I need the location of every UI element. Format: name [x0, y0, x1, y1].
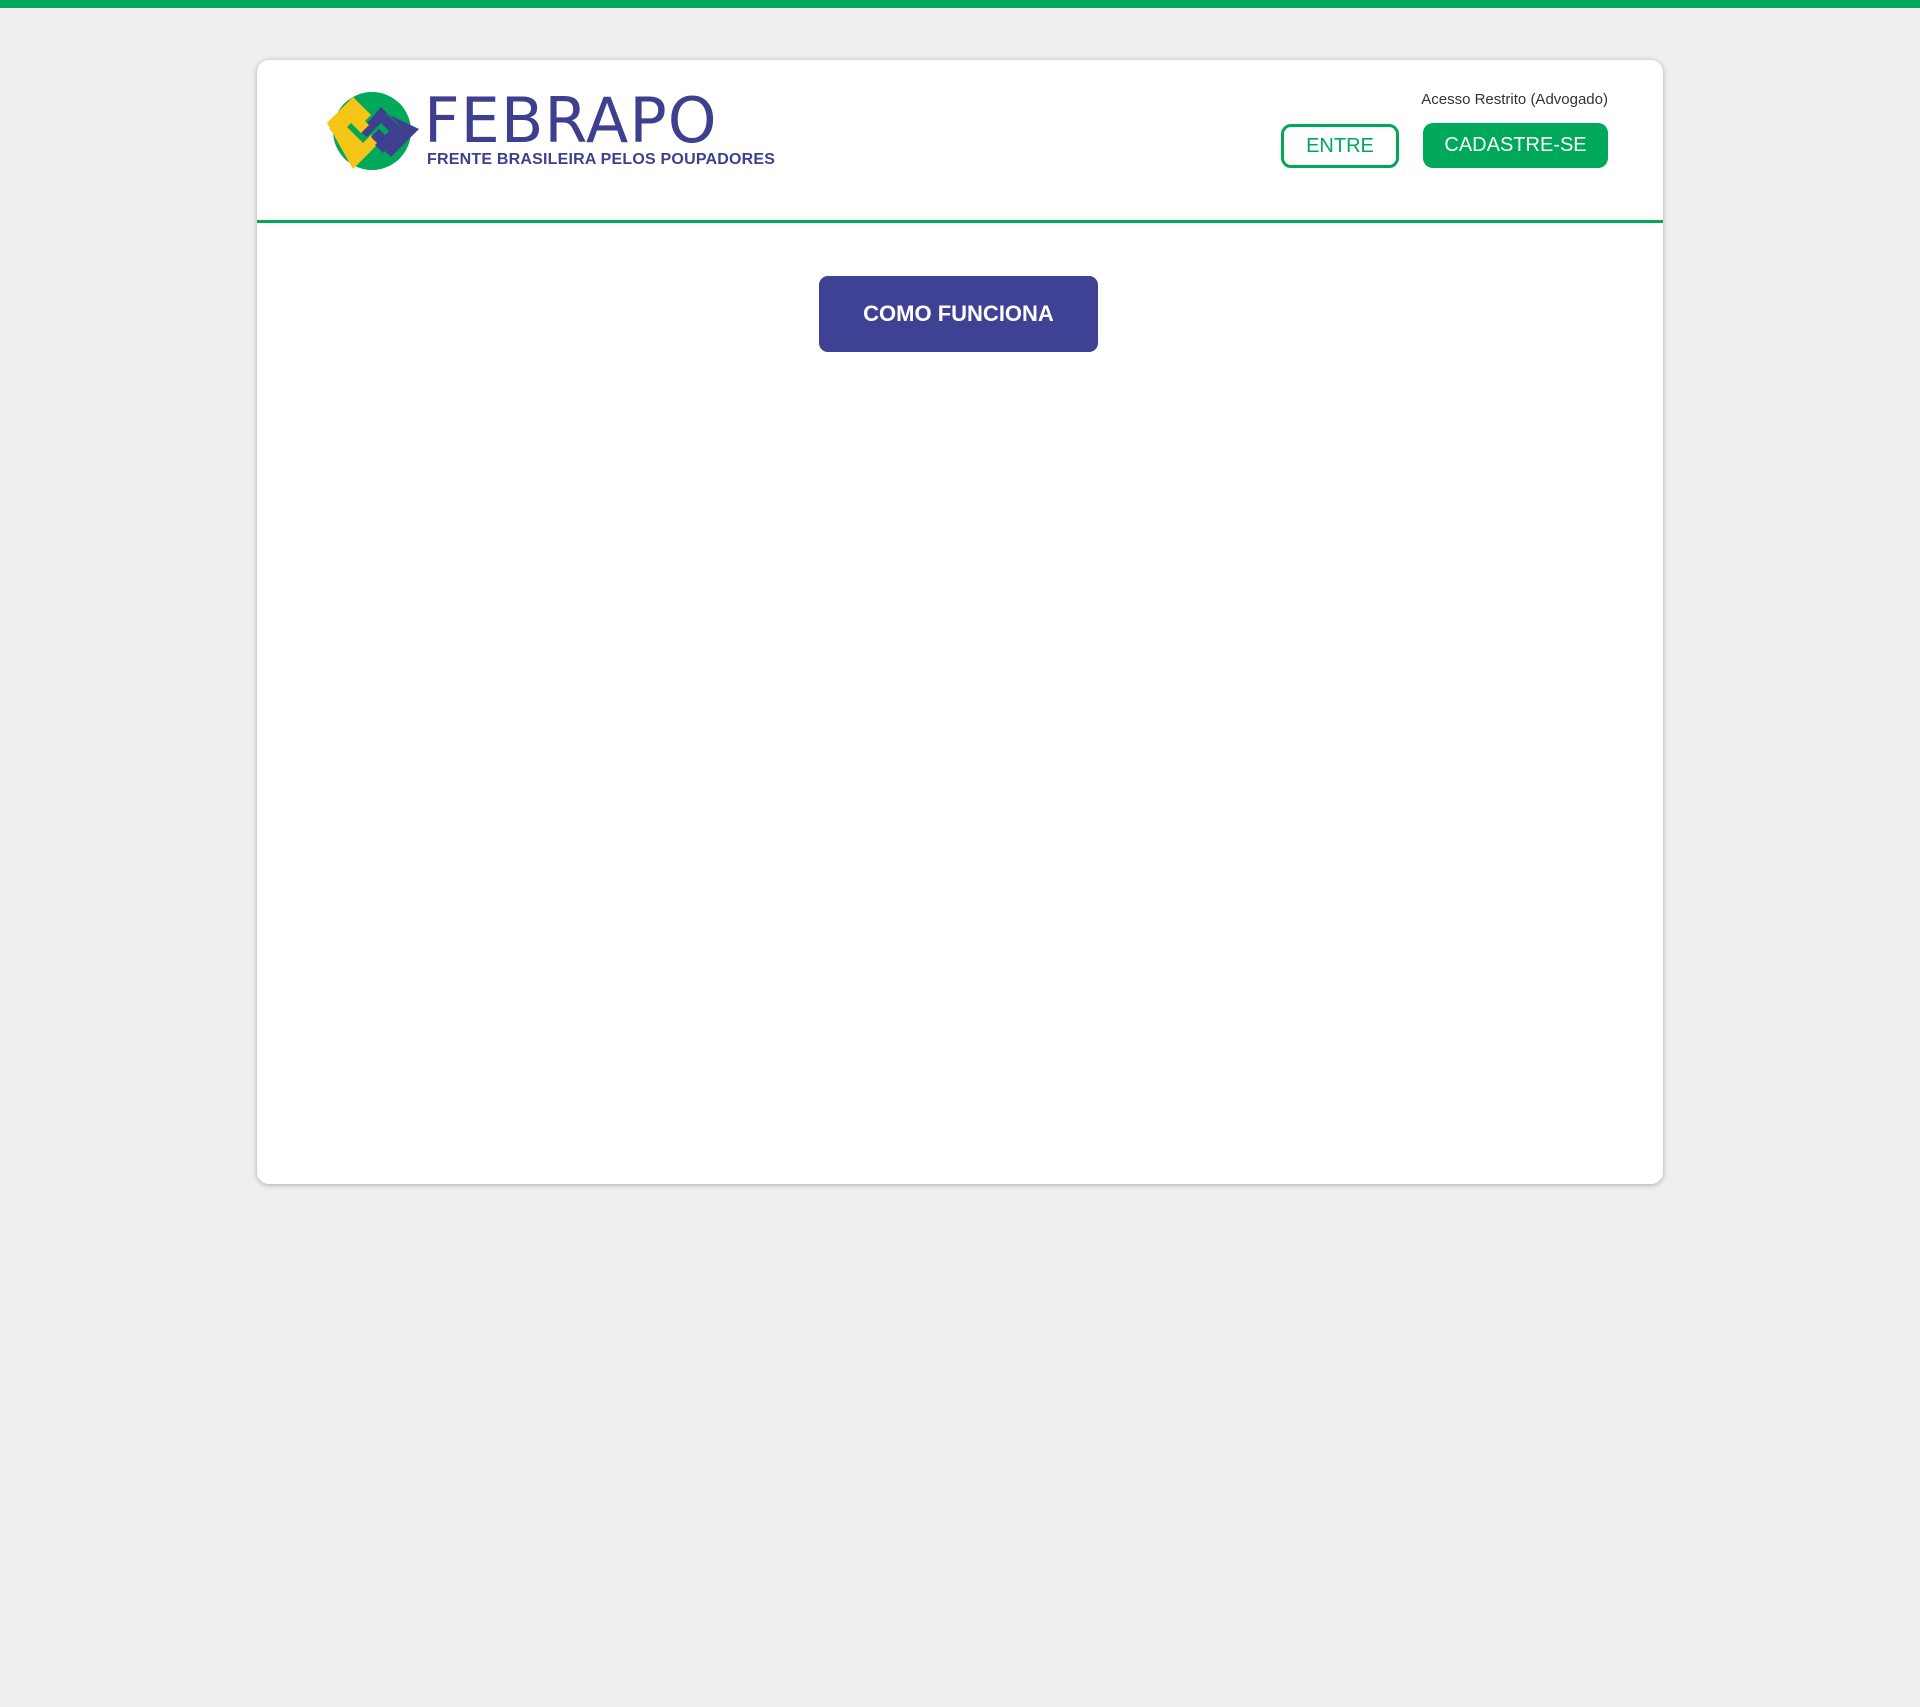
main-card: FEBRAPO FRENTE BRASILEIRA PELOS POUPADOR…: [257, 60, 1663, 1184]
how-it-works-button[interactable]: COMO FUNCIONA: [819, 276, 1098, 352]
top-accent-bar: [0, 0, 1920, 8]
febrapo-logo-icon: [327, 92, 419, 170]
brand-name: FEBRAPO: [424, 84, 718, 157]
header: FEBRAPO FRENTE BRASILEIRA PELOS POUPADOR…: [257, 60, 1663, 223]
restricted-access-label: Acesso Restrito (Advogado): [1421, 91, 1608, 108]
brand-logo[interactable]: FEBRAPO FRENTE BRASILEIRA PELOS POUPADOR…: [325, 86, 775, 174]
login-button[interactable]: ENTRE: [1281, 124, 1399, 168]
brand-tagline: FRENTE BRASILEIRA PELOS POUPADORES: [427, 151, 776, 168]
signup-button[interactable]: CADASTRE-SE: [1423, 123, 1608, 168]
